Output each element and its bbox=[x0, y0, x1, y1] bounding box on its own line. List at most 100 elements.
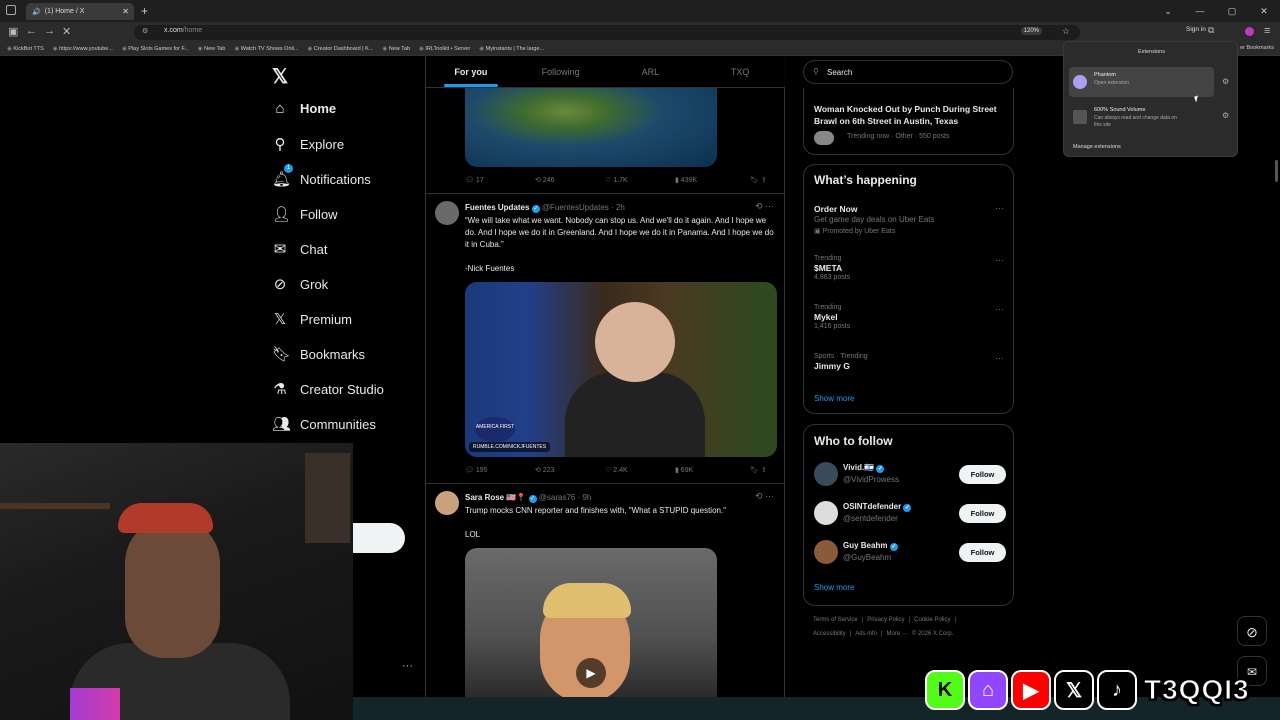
profile-avatar[interactable] bbox=[1245, 27, 1254, 36]
promoted-trend[interactable]: Order Now Get game day deals on Uber Eat… bbox=[814, 203, 1004, 235]
follow-suggestion[interactable]: Guy Beahm ✓ @GuyBeahm Follow bbox=[814, 539, 1006, 565]
like-button[interactable]: ♡ 2.4K bbox=[605, 466, 675, 474]
sidebar-item-follow[interactable]: 👤︎ Follow bbox=[272, 205, 338, 223]
avatar[interactable] bbox=[435, 491, 459, 515]
avatar[interactable] bbox=[435, 201, 459, 225]
views-count[interactable]: ▮ 439K bbox=[675, 176, 750, 184]
extension-sound-volume[interactable]: 600% Sound Volume Can always read and ch… bbox=[1069, 102, 1214, 132]
reply-button[interactable]: 💬︎ 17 bbox=[465, 176, 535, 184]
search-input[interactable]: ⚲ Search bbox=[803, 60, 1013, 84]
maximize-button[interactable]: ▢ bbox=[1216, 0, 1248, 22]
menu-icon[interactable]: ≡ bbox=[1264, 25, 1270, 37]
tab-following[interactable]: Following bbox=[516, 56, 606, 87]
sidebar-item-premium[interactable]: 𝕏 Premium bbox=[272, 310, 352, 328]
follow-button[interactable]: Follow bbox=[959, 465, 1006, 484]
trend-item[interactable]: Sports · Trending Jimmy G ··· bbox=[814, 353, 1004, 372]
grok-fab-icon[interactable]: ⊘ bbox=[1237, 616, 1267, 646]
bookmark-item[interactable]: KickBot TTS bbox=[7, 46, 43, 52]
bookmark-item[interactable]: Watch TV Shows Onli... bbox=[234, 46, 299, 52]
sidebar-item-notifications[interactable]: 🔔︎ 1 Notifications bbox=[272, 164, 371, 188]
bookmark-item[interactable]: Myinstants | The large... bbox=[479, 46, 545, 52]
play-icon[interactable]: ▶ bbox=[576, 658, 606, 688]
tweet-media-video[interactable]: AMERICA FIRST RUMBLE.COM/NICKJFUENTES bbox=[465, 282, 777, 457]
tab-arl[interactable]: ARL bbox=[606, 56, 696, 87]
tweet-media-image[interactable] bbox=[465, 88, 717, 167]
bookmark-item[interactable]: Creator Dashboard | K... bbox=[308, 46, 374, 52]
sidebar-toggle-icon[interactable]: ▣ bbox=[8, 25, 18, 38]
tab-txq[interactable]: TXQ bbox=[695, 56, 785, 87]
extensions-icon[interactable]: ⧉ bbox=[1208, 25, 1214, 36]
sign-in-button[interactable]: Sign in bbox=[1186, 26, 1206, 33]
sidebar-item-home[interactable]: ⌂ Home bbox=[272, 100, 336, 117]
suggestion-name[interactable]: Vivid.🇮🇱 ✓ bbox=[843, 463, 885, 473]
x-logo-icon[interactable]: 𝕏 bbox=[272, 64, 288, 89]
avatar[interactable] bbox=[814, 501, 838, 525]
ads-info-link[interactable]: Ads info bbox=[855, 631, 877, 637]
close-window-button[interactable]: ✕ bbox=[1248, 0, 1280, 22]
extension-settings-icon[interactable]: ⚙ bbox=[1222, 77, 1229, 86]
extension-settings-icon[interactable]: ⚙ bbox=[1222, 111, 1229, 120]
scrollbar[interactable] bbox=[1275, 160, 1278, 182]
author-handle[interactable]: @FuentesUpdates · 2h bbox=[542, 203, 625, 212]
bookmark-item[interactable]: https://www.youtube... bbox=[53, 46, 113, 52]
cookie-link[interactable]: Cookie Policy bbox=[914, 617, 950, 623]
bookmark-item[interactable]: New Tab bbox=[382, 46, 410, 52]
close-tab-icon[interactable]: ✕ bbox=[122, 7, 129, 16]
back-icon[interactable]: ← bbox=[26, 25, 37, 37]
author-name[interactable]: Sara Rose bbox=[465, 493, 504, 502]
tweet-more-icon[interactable]: ⟲ ··· bbox=[755, 491, 774, 502]
forward-icon[interactable]: → bbox=[44, 25, 55, 37]
address-bar[interactable]: ⚙ x.com/home 120% ☆ bbox=[134, 25, 1080, 40]
bookmark-icon[interactable]: 🔖︎ ⇪ bbox=[750, 466, 767, 474]
avatar[interactable] bbox=[814, 462, 838, 486]
new-tab-button[interactable]: + bbox=[141, 4, 148, 18]
star-icon[interactable]: ☆ bbox=[1062, 26, 1070, 37]
avatar[interactable] bbox=[814, 540, 838, 564]
extension-phantom[interactable]: Phantom Open extension bbox=[1069, 67, 1214, 97]
author-name[interactable]: Fuentes Updates bbox=[465, 203, 529, 212]
views-count[interactable]: ▮ 69K bbox=[675, 466, 750, 474]
tweet-more-icon[interactable]: ⟲ ··· bbox=[755, 201, 774, 212]
repost-button[interactable]: ⟲ 246 bbox=[535, 176, 605, 184]
tab-search-icon[interactable]: ⌄ bbox=[1152, 0, 1184, 22]
follow-suggestion[interactable]: OSINTdefender ✓ @sentdefender Follow bbox=[814, 500, 1006, 526]
stop-icon[interactable]: ✕ bbox=[62, 25, 71, 38]
account-more-icon[interactable]: ··· bbox=[402, 660, 413, 672]
tweet-media-video[interactable]: ▶ bbox=[465, 548, 717, 698]
author-handle[interactable]: @saras76 · 9h bbox=[539, 493, 592, 502]
privacy-link[interactable]: Privacy Policy bbox=[867, 617, 904, 623]
bookmark-icon[interactable]: 🔖︎ ⇪ bbox=[750, 176, 767, 184]
follow-button[interactable]: Follow bbox=[959, 504, 1006, 523]
tab-actions-icon[interactable] bbox=[6, 5, 16, 15]
sidebar-item-explore[interactable]: ⚲ Explore bbox=[272, 135, 345, 153]
browser-tab[interactable]: 🔊 (1) Home / X ✕ bbox=[26, 3, 134, 20]
top-trend-card[interactable]: Woman Knocked Out by Punch During Street… bbox=[803, 88, 1014, 155]
like-button[interactable]: ♡ 1.7K bbox=[605, 176, 675, 184]
follow-suggestion[interactable]: Vivid.🇮🇱 ✓ @VividProwess Follow bbox=[814, 461, 1006, 487]
reply-button[interactable]: 💬︎ 195 bbox=[465, 466, 535, 474]
minimize-button[interactable]: — bbox=[1184, 0, 1216, 22]
manage-extensions-link[interactable]: Manage extensions bbox=[1073, 144, 1121, 150]
trend-more-icon[interactable]: ··· bbox=[995, 353, 1004, 363]
bookmark-item[interactable]: Play Slots Games for F... bbox=[122, 46, 189, 52]
accessibility-link[interactable]: Accessibility bbox=[813, 631, 846, 637]
tab-for-you[interactable]: For you bbox=[426, 56, 516, 87]
all-bookmarks[interactable]: er Bookmarks bbox=[1240, 45, 1274, 51]
site-info-icon[interactable]: ⚙ bbox=[142, 27, 148, 35]
terms-link[interactable]: Terms of Service bbox=[813, 617, 858, 623]
post-button[interactable] bbox=[353, 523, 405, 553]
suggestion-name[interactable]: OSINTdefender ✓ bbox=[843, 502, 912, 512]
repost-button[interactable]: ⟲ 223 bbox=[535, 466, 605, 474]
zoom-indicator[interactable]: 120% bbox=[1020, 27, 1042, 35]
show-more-link[interactable]: Show more bbox=[814, 394, 854, 403]
trend-item[interactable]: Trending Mykel 1,416 posts ··· bbox=[814, 304, 1004, 330]
more-link[interactable]: More ··· bbox=[887, 631, 908, 637]
sidebar-item-grok[interactable]: ⊘ Grok bbox=[272, 275, 328, 293]
follow-button[interactable]: Follow bbox=[959, 543, 1006, 562]
sidebar-item-communities[interactable]: 👥︎ Communities bbox=[272, 415, 376, 433]
suggestion-name[interactable]: Guy Beahm ✓ bbox=[843, 541, 898, 551]
trend-more-icon[interactable]: ··· bbox=[995, 255, 1004, 265]
trend-item[interactable]: Trending $META 4,863 posts ··· bbox=[814, 255, 1004, 281]
show-more-link[interactable]: Show more bbox=[814, 583, 854, 592]
bookmark-item[interactable]: New Tab bbox=[198, 46, 225, 52]
